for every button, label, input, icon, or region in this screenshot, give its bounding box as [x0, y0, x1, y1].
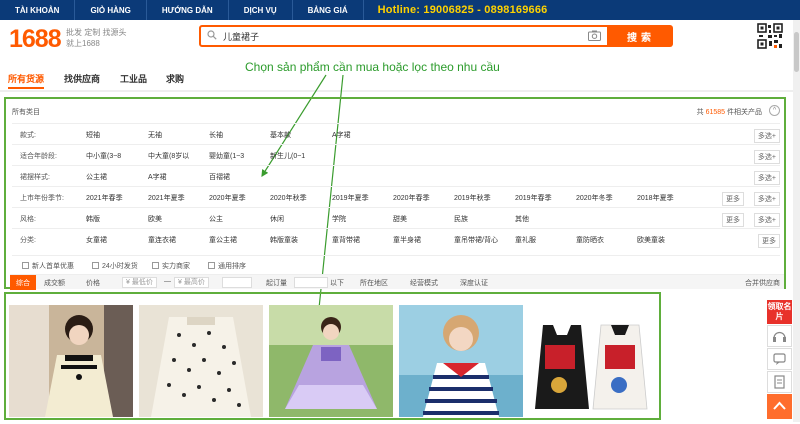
filter-option[interactable]: 休闲 [270, 214, 284, 224]
document-icon[interactable] [767, 371, 792, 393]
count-prefix: 共 [696, 109, 704, 116]
filter-option[interactable]: 韩版 [86, 214, 100, 224]
filter-row-label: 分类: [20, 237, 36, 244]
filter-option[interactable]: 公主 [209, 214, 223, 224]
filter-option[interactable]: 韩版童装 [270, 235, 298, 245]
filter-option[interactable]: 欧美 [148, 214, 162, 224]
filter-row: 上市年份季节: 2021年春季 2021年夏季 2020年夏季 2020年秋季 2019年… [12, 186, 780, 207]
filter-option[interactable]: 童吊带裙/背心 [454, 235, 498, 245]
back-to-top-icon[interactable] [767, 394, 792, 419]
filter-option[interactable]: 2019年夏季 [332, 193, 369, 203]
filter-panel: 所有类目 共 61585 件相关产品 ^ 款式: 短袖 无袖 长袖 基本款 A字裙 多选+ 适… [4, 97, 786, 290]
filter-row-label: 款式: [20, 132, 36, 139]
filter-option[interactable]: 2020年春季 [393, 193, 430, 203]
filter-row: 裙摆样式: 公主裙 A字裙 百褶裙 多选+ [12, 165, 780, 186]
chat-icon[interactable] [767, 348, 792, 370]
all-categories[interactable]: 所有类目 [12, 107, 40, 117]
multi-select-button[interactable]: 多选+ [753, 150, 780, 164]
filter-option[interactable]: 童连衣裙 [148, 235, 176, 245]
min-price-input[interactable]: ¥ 最低价 [122, 277, 157, 288]
filter-option[interactable]: 长袖 [209, 130, 223, 140]
business-mode-dropdown[interactable]: 经营模式 [410, 278, 438, 288]
filter-option[interactable]: 新生儿(0~1 [270, 151, 305, 161]
filter-option[interactable]: 中大童(8岁以 [148, 151, 189, 161]
multi-select-button[interactable]: 多选+ [753, 171, 780, 185]
multi-select-button[interactable]: 多选+ [753, 213, 780, 227]
sort-sales[interactable]: 成交额 [44, 278, 65, 288]
filter-option[interactable]: A字裙 [332, 130, 351, 140]
scrollbar-thumb[interactable] [794, 32, 799, 72]
min-order-input[interactable] [294, 277, 328, 288]
headset-icon[interactable] [767, 325, 792, 347]
filter-option[interactable]: 百褶裙 [209, 172, 230, 182]
filter-option[interactable]: 2020年夏季 [209, 193, 246, 203]
filter-row-label: 裙摆样式: [20, 174, 50, 181]
region-dropdown[interactable]: 所在地区 [360, 278, 388, 288]
certification-dropdown[interactable]: 深度认证 [460, 278, 488, 288]
count-suffix: 件相关产品 [727, 109, 762, 116]
below-label: 以下 [330, 280, 344, 287]
filter-option[interactable]: 2020年秋季 [270, 193, 307, 203]
min-order-label: 起订量 [266, 280, 287, 287]
product-image[interactable] [269, 305, 393, 417]
result-count: 共 61585 件相关产品 [697, 107, 762, 117]
filter-row: 款式: 短袖 无袖 长袖 基本款 A字裙 多选+ [12, 123, 780, 144]
filter-option[interactable]: 基本款 [270, 130, 291, 140]
filter-option[interactable]: 2019年春季 [515, 193, 552, 203]
filter-option[interactable]: 无袖 [148, 130, 162, 140]
filter-row: 风格: 韩版 欧美 公主 休闲 学院 甜美 民族 其他 更多 多选+ [12, 207, 780, 228]
filter-option[interactable]: 欧美童装 [637, 235, 665, 245]
check-strong-merchant[interactable]: 实力商家 [152, 261, 190, 271]
product-image[interactable] [139, 305, 263, 417]
filter-option[interactable]: 童公主裙 [209, 235, 237, 245]
price-confirm-box[interactable] [222, 277, 252, 288]
filter-option[interactable]: 学院 [332, 214, 346, 224]
count-number: 61585 [705, 109, 726, 116]
product-image[interactable] [399, 305, 523, 417]
multi-select-button[interactable]: 多选+ [753, 192, 780, 206]
sort-price[interactable]: 价格 [86, 278, 100, 288]
merge-suppliers[interactable]: 合并供应商 [745, 278, 780, 288]
product-image[interactable] [9, 305, 133, 417]
filter-option[interactable]: 甜美 [393, 214, 407, 224]
filter-row-label: 适合年龄段: [20, 153, 57, 160]
sort-bar: 综合 成交额 价格 ¥ 最低价 — ¥ 最高价 起订量 以下 所在地区 经营模式… [10, 274, 784, 290]
filter-option[interactable]: 公主裙 [86, 172, 107, 182]
filter-option[interactable]: 2020年冬季 [576, 193, 613, 203]
filter-option[interactable]: 女童裙 [86, 235, 107, 245]
filter-option[interactable]: 2019年秋季 [454, 193, 491, 203]
max-price-input[interactable]: ¥ 最高价 [174, 277, 209, 288]
filter-option[interactable]: 中小童(3~8 [86, 151, 121, 161]
sort-comprehensive[interactable]: 综合 [10, 275, 36, 290]
price-dash: — [164, 278, 171, 285]
filter-option[interactable]: 其他 [515, 214, 529, 224]
filter-option[interactable]: 2021年夏季 [148, 193, 185, 203]
multi-select-button[interactable]: 多选+ [753, 129, 780, 143]
filter-row: 分类: 女童裙 童连衣裙 童公主裙 韩版童装 童背带裙 童半身裙 童吊带裙/背心 童礼服 童防晒衣… [12, 228, 780, 249]
filter-option[interactable]: 婴幼童(1~3 [209, 151, 244, 161]
filter-row-label: 上市年份季节: [20, 195, 64, 202]
filter-option[interactable]: 2021年春季 [86, 193, 123, 203]
collapse-icon[interactable]: ^ [769, 105, 780, 116]
filter-option[interactable]: 民族 [454, 214, 468, 224]
filter-row: 适合年龄段: 中小童(3~8 中大童(8岁以 婴幼童(1~3 新生儿(0~1 多选+ [12, 144, 780, 165]
filter-option[interactable]: 童防晒衣 [576, 235, 604, 245]
product-image[interactable] [529, 305, 653, 417]
filter-option[interactable]: 童礼服 [515, 235, 536, 245]
filter-option[interactable]: 童半身裙 [393, 235, 421, 245]
check-general-sort[interactable]: 通用排序 [208, 261, 246, 271]
filter-option[interactable]: 短袖 [86, 130, 100, 140]
check-new-user[interactable]: 新人首单优惠 [22, 261, 74, 271]
filter-row-label: 风格: [20, 216, 36, 223]
more-button[interactable]: 更多 [722, 213, 744, 227]
check-24h-shipping[interactable]: 24小时发货 [92, 261, 138, 271]
get-business-card[interactable]: 领取名片 [767, 300, 792, 324]
filter-checkboxes: 新人首单优惠 24小时发货 实力商家 通用排序 [12, 255, 780, 273]
more-button[interactable]: 更多 [758, 234, 780, 248]
filter-option[interactable]: A字裙 [148, 172, 167, 182]
filter-option[interactable]: 童背带裙 [332, 235, 360, 245]
more-button[interactable]: 更多 [722, 192, 744, 206]
scrollbar[interactable] [793, 20, 800, 422]
filter-option[interactable]: 2018年夏季 [637, 193, 674, 203]
